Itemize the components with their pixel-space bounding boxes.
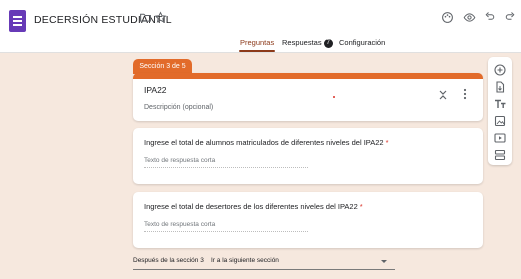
floating-toolbar [488,57,512,165]
question-card[interactable]: Ingrese el total de alumnos matriculados… [133,128,483,184]
dropdown-caret-icon[interactable] [381,260,387,263]
folder-icon[interactable] [137,11,153,27]
section-description-field[interactable]: Descripción (opcional) [144,104,213,111]
section-header-card[interactable]: IPA22 Descripción (opcional) [133,73,483,121]
eye-icon[interactable] [461,11,477,27]
palette-icon[interactable] [439,11,455,27]
short-answer-field[interactable]: Texto de respuesta corta [144,157,308,168]
required-mark: * [385,138,389,147]
app-header: DECERSIÓN ESTUDIANTIL Preguntas Respuest… [0,0,521,53]
question-label: Ingrese el total de desertores de los di… [144,202,363,211]
question-text: Ingrese el total de desertores de los di… [144,202,358,211]
required-mark: * [359,202,363,211]
tab-respuestas-label: Respuestas [282,38,322,47]
red-marker [333,96,335,98]
undo-icon[interactable] [482,11,498,27]
add-image-icon[interactable] [494,114,506,127]
add-question-icon[interactable] [494,63,506,76]
question-text: Ingrese el total de alumnos matriculados… [144,138,384,147]
responses-count-badge: 7 [323,38,333,48]
section-title[interactable]: IPA22 [144,85,167,95]
question-card[interactable]: Ingrese el total de desertores de los di… [133,192,483,248]
add-section-icon[interactable] [494,148,506,161]
active-tab-indicator [239,50,275,52]
tab-configuracion[interactable]: Configuración [339,38,385,47]
after-section-dropdown[interactable]: Ir a la siguiente sección [211,257,279,264]
dropdown-underline [133,269,395,270]
tab-preguntas[interactable]: Preguntas [240,38,274,47]
tab-respuestas[interactable]: Respuestas 7 [282,38,333,48]
section-label: Sección 3 de 5 [133,59,192,74]
star-icon[interactable] [152,11,168,27]
add-title-icon[interactable] [494,97,506,109]
redo-icon[interactable] [502,11,518,27]
question-label: Ingrese el total de alumnos matriculados… [144,138,389,147]
add-video-icon[interactable] [494,131,506,143]
more-options-icon[interactable] [460,87,470,101]
after-section-label: Después de la sección 3 [133,257,204,264]
short-answer-field[interactable]: Texto de respuesta corta [144,221,308,232]
import-questions-icon[interactable] [494,80,506,93]
collapse-section-icon[interactable] [437,88,449,100]
forms-logo-icon[interactable] [9,10,26,32]
